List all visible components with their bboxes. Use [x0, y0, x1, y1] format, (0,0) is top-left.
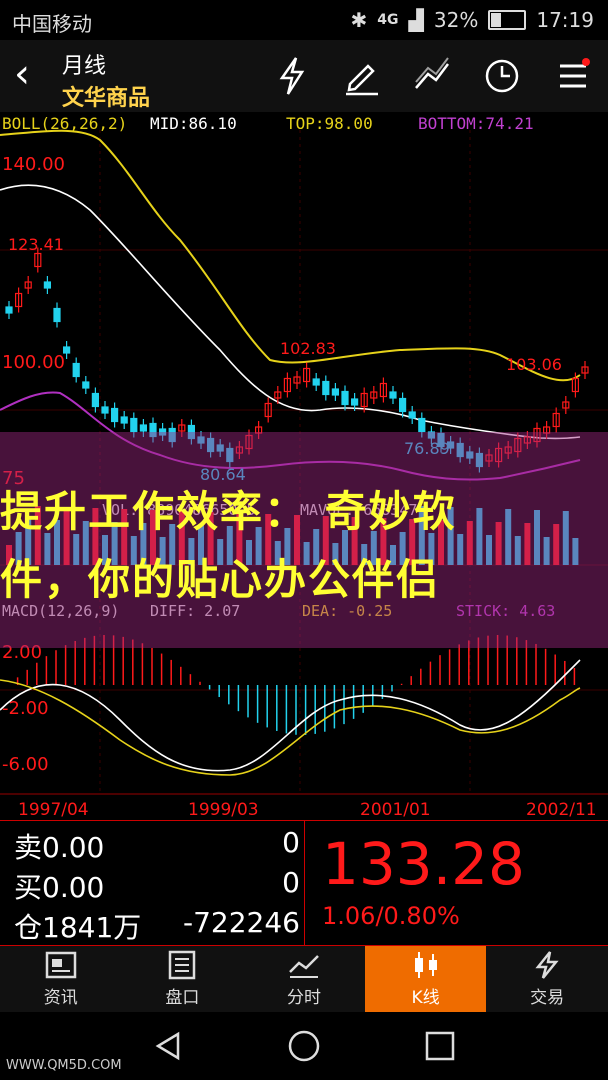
- candle-body: [120, 416, 128, 424]
- orderbook-icon: [169, 950, 196, 980]
- candle-body: [418, 417, 426, 433]
- candlestick-icon: [414, 952, 437, 978]
- network-type: 4G: [377, 12, 399, 28]
- candle-body: [110, 407, 119, 423]
- axis-label-100: 100.00: [2, 352, 65, 373]
- open-interest-label: 仓1841万: [14, 911, 142, 944]
- status-right: ✱ 4G ▟ 32% 17:19: [351, 8, 594, 32]
- candle-body: [322, 380, 330, 396]
- tab-trade-label: 交易: [530, 988, 565, 1008]
- signal-icon: ▟: [408, 8, 424, 32]
- buy-volume: 0: [282, 866, 300, 899]
- candle-body: [82, 381, 90, 389]
- candle-body: [5, 306, 13, 314]
- battery-percent: 32%: [433, 8, 479, 32]
- nav-back-icon[interactable]: [150, 1028, 186, 1064]
- overlay-line-1: 提升工作效率： 奇妙软: [0, 487, 457, 536]
- indicator-line-icon[interactable]: [410, 54, 454, 98]
- date-label-2: 1999/03: [188, 800, 259, 820]
- candle-body: [331, 388, 339, 396]
- app-header: ‹ 月线 文华商品: [0, 40, 608, 112]
- candle-body: [72, 362, 80, 378]
- draw-pen-icon[interactable]: [340, 54, 384, 98]
- system-nav-bar: WWW.QM5D.COM: [0, 1012, 608, 1080]
- nav-home-icon[interactable]: [286, 1028, 322, 1064]
- tab-news[interactable]: 资讯: [0, 946, 122, 1012]
- candle-body: [312, 378, 320, 386]
- tab-trade[interactable]: 交易: [486, 946, 608, 1012]
- nav-recents-icon[interactable]: [422, 1028, 458, 1064]
- buy-label: 买0.00: [14, 871, 105, 904]
- watermark: WWW.QM5D.COM: [6, 1058, 122, 1073]
- candle-body: [399, 397, 407, 413]
- overlay-line-2: 件，你的贴心办公伴侣: [0, 555, 441, 604]
- status-bar: 中国移动 ✱ 4G ▟ 32% 17:19: [0, 0, 608, 40]
- intraday-icon: [289, 955, 319, 978]
- tab-orderbook-label: 盘口: [165, 988, 200, 1008]
- open-interest-change: -722246: [183, 906, 300, 939]
- instrument-name[interactable]: 文华商品: [62, 80, 150, 112]
- date-label-3: 2001/01: [360, 800, 431, 820]
- tab-kline-label: K线: [411, 988, 440, 1008]
- annotation-high2: 102.83: [280, 339, 336, 358]
- bluetooth-icon: ✱: [350, 8, 368, 32]
- carrier-label: 中国移动: [12, 12, 92, 36]
- candle-body: [43, 281, 52, 289]
- candle-body: [130, 417, 138, 433]
- tab-kline[interactable]: K线: [364, 946, 487, 1012]
- clock: 17:19: [536, 8, 594, 32]
- sell-label: 卖0.00: [14, 831, 105, 864]
- bottom-tab-bar: 资讯 盘口 分时 K线 交易: [0, 946, 608, 1012]
- tab-orderbook[interactable]: 盘口: [122, 946, 244, 1012]
- trade-icon: [535, 951, 559, 979]
- tab-intraday-label: 分时: [286, 988, 321, 1008]
- boll-mid-line: [0, 184, 581, 440]
- candle-body: [408, 411, 416, 419]
- annotation-high3: 103.06: [506, 355, 562, 374]
- candle-body: [389, 391, 397, 399]
- axis-label-140: 140.00: [2, 154, 65, 175]
- macd-diff-line: [0, 659, 581, 772]
- date-label-1: 1997/04: [18, 800, 89, 820]
- last-price: 133.28: [322, 830, 525, 898]
- macd-axis-neg6: -6.00: [2, 754, 49, 775]
- battery-icon: [488, 10, 527, 30]
- news-icon: [45, 951, 77, 979]
- date-label-4: 2002/11: [526, 800, 597, 820]
- candle-body: [91, 392, 100, 408]
- promo-overlay: 提升工作效率： 奇妙软 件，你的贴心办公伴侣: [0, 432, 608, 648]
- candle-body: [101, 406, 109, 414]
- tab-intraday[interactable]: 分时: [243, 946, 365, 1012]
- tab-news-label: 资讯: [43, 988, 78, 1008]
- candle-body: [341, 390, 349, 406]
- sell-volume: 0: [282, 826, 300, 859]
- back-arrow-icon[interactable]: ‹: [14, 54, 30, 94]
- lightning-icon[interactable]: [270, 54, 314, 98]
- menu-icon[interactable]: [550, 54, 594, 98]
- candle-body: [53, 307, 61, 323]
- price-change: 1.06/0.80%: [322, 902, 460, 930]
- annotation-high1: 123.41: [8, 235, 64, 254]
- candle-body: [139, 424, 147, 432]
- clock-icon[interactable]: [480, 54, 524, 98]
- candle-body: [351, 398, 359, 406]
- period-title: 月线: [62, 54, 107, 79]
